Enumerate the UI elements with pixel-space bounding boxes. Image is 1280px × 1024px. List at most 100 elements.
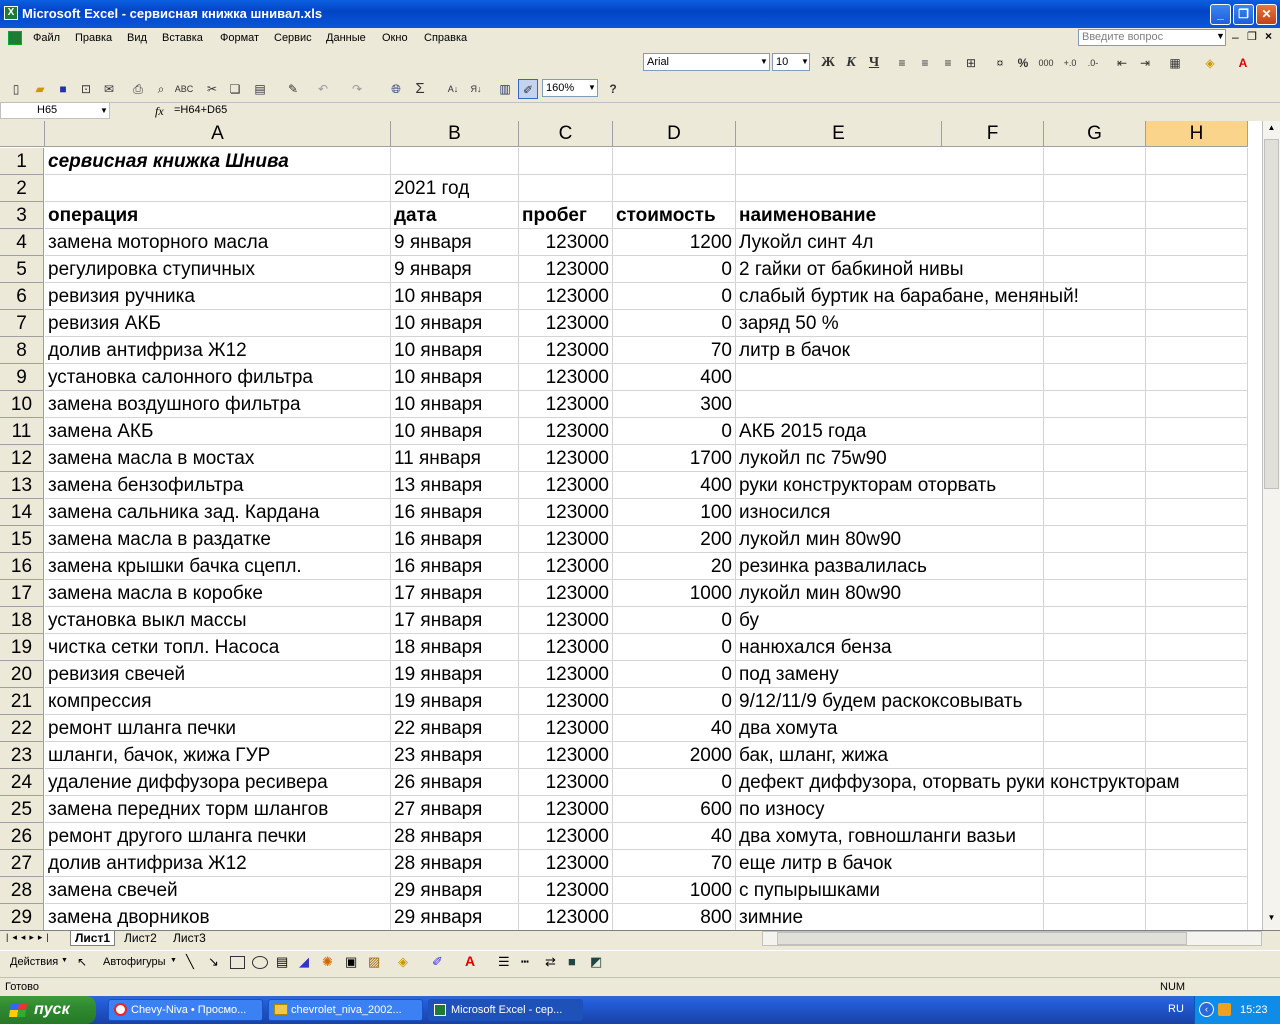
ask-dropdown-icon[interactable]: ▼	[1216, 31, 1225, 41]
cell-b8[interactable]: 10 января	[391, 337, 519, 364]
cell-a18[interactable]: установка выкл массы	[45, 607, 391, 634]
restore-button[interactable]: ❐	[1233, 4, 1254, 25]
cell-g13[interactable]	[1044, 472, 1146, 499]
cell-e26[interactable]: два хомута, говношланги вазьи	[736, 823, 1016, 850]
row-header[interactable]: 16	[0, 553, 44, 580]
row-header[interactable]: 3	[0, 202, 44, 229]
cell-e8[interactable]: литр в бачок	[736, 337, 942, 364]
cell-e5[interactable]: 2 гайки от бабкиной нивы	[736, 256, 964, 283]
row-header[interactable]: 2	[0, 175, 44, 202]
row-header[interactable]: 20	[0, 661, 44, 688]
cell-e21[interactable]: 9/12/11/9 будем раскоксовывать	[736, 688, 1022, 715]
cell-e15[interactable]: лукойл мин 80w90	[736, 526, 942, 553]
cell-c26[interactable]: 123000	[519, 823, 613, 850]
diagram-icon[interactable]: ✺	[322, 954, 333, 970]
row-header[interactable]: 9	[0, 364, 44, 391]
cell-d13[interactable]: 400	[613, 472, 736, 499]
cell-g15[interactable]	[1044, 526, 1146, 553]
cell-b10[interactable]: 10 января	[391, 391, 519, 418]
cell-f3[interactable]	[942, 202, 1044, 229]
row-header[interactable]: 14	[0, 499, 44, 526]
cell-c1[interactable]	[519, 148, 613, 175]
picture-icon[interactable]: ▨	[368, 954, 380, 970]
cell-c5[interactable]: 123000	[519, 256, 613, 283]
cell-e9[interactable]	[736, 364, 942, 391]
help-icon[interactable]: ?	[603, 79, 623, 99]
row-header[interactable]: 4	[0, 229, 44, 256]
cell-h10[interactable]	[1146, 391, 1248, 418]
cell-d12[interactable]: 1700	[613, 445, 736, 472]
cell-b14[interactable]: 16 января	[391, 499, 519, 526]
cell-b19[interactable]: 18 января	[391, 634, 519, 661]
row-header[interactable]: 11	[0, 418, 44, 445]
cell-a6[interactable]: ревизия ручника	[45, 283, 391, 310]
row-header[interactable]: 8	[0, 337, 44, 364]
cell-g8[interactable]	[1044, 337, 1146, 364]
cell-a19[interactable]: чистка сетки топл. Насоса	[45, 634, 391, 661]
cell-b1[interactable]	[391, 148, 519, 175]
cell-b15[interactable]: 16 января	[391, 526, 519, 553]
cell-a8[interactable]: долив антифриза Ж12	[45, 337, 391, 364]
cell-c28[interactable]: 123000	[519, 877, 613, 904]
decrease-decimal-icon[interactable]: .0-	[1083, 53, 1103, 73]
cell-f11[interactable]	[942, 418, 1044, 445]
new-icon[interactable]: ▯	[6, 79, 26, 99]
3d-style-icon[interactable]: ◩	[590, 954, 602, 970]
cell-a4[interactable]: замена моторного масла	[45, 229, 391, 256]
sort-descending-icon[interactable]: Я↓	[466, 79, 486, 99]
cell-e24[interactable]: дефект диффузора, оторвать руки конструк…	[736, 769, 1180, 796]
cell-e10[interactable]	[736, 391, 942, 418]
cell-h16[interactable]	[1146, 553, 1248, 580]
cell-b9[interactable]: 10 января	[391, 364, 519, 391]
cell-b7[interactable]: 10 января	[391, 310, 519, 337]
cell-e7[interactable]: заряд 50 %	[736, 310, 942, 337]
scroll-thumb[interactable]	[1264, 139, 1279, 489]
menu-view[interactable]: Вид	[127, 32, 147, 44]
cell-d3[interactable]: стоимость	[613, 202, 736, 229]
wordart-icon[interactable]: ◢	[299, 954, 309, 970]
cell-d10[interactable]: 300	[613, 391, 736, 418]
cell-h2[interactable]	[1146, 175, 1248, 202]
cell-d16[interactable]: 20	[613, 553, 736, 580]
cell-b29[interactable]: 29 января	[391, 904, 519, 930]
row-header[interactable]: 13	[0, 472, 44, 499]
font-color-icon[interactable]: A	[465, 953, 475, 969]
cell-d27[interactable]: 70	[613, 850, 736, 877]
language-indicator[interactable]: RU	[1168, 1003, 1184, 1015]
cell-d18[interactable]: 0	[613, 607, 736, 634]
cell-g20[interactable]	[1044, 661, 1146, 688]
cell-g5[interactable]	[1044, 256, 1146, 283]
cell-e29[interactable]: зимние	[736, 904, 942, 930]
close-button[interactable]: ✕	[1256, 4, 1277, 25]
cell-h23[interactable]	[1146, 742, 1248, 769]
rectangle-icon[interactable]	[230, 956, 245, 969]
cell-c21[interactable]: 123000	[519, 688, 613, 715]
row-header[interactable]: 26	[0, 823, 44, 850]
line-color-icon[interactable]: ✐	[432, 954, 443, 970]
cell-e13[interactable]: руки конструкторам оторвать	[736, 472, 996, 499]
sort-ascending-icon[interactable]: A↓	[443, 79, 463, 99]
cell-d21[interactable]: 0	[613, 688, 736, 715]
column-header-h[interactable]: H	[1146, 121, 1248, 147]
cell-g3[interactable]	[1044, 202, 1146, 229]
fill-color-icon[interactable]: ◈	[1200, 53, 1220, 73]
cell-f8[interactable]	[942, 337, 1044, 364]
insert-function-icon[interactable]: fx	[155, 104, 164, 119]
cell-b20[interactable]: 19 января	[391, 661, 519, 688]
cell-b21[interactable]: 19 января	[391, 688, 519, 715]
cell-b18[interactable]: 17 января	[391, 607, 519, 634]
cell-f29[interactable]	[942, 904, 1044, 930]
cell-d9[interactable]: 400	[613, 364, 736, 391]
chevron-down-icon[interactable]: ▼	[801, 57, 809, 66]
cell-c16[interactable]: 123000	[519, 553, 613, 580]
cell-d8[interactable]: 70	[613, 337, 736, 364]
scroll-up-icon[interactable]: ▲	[1264, 123, 1279, 138]
cell-b22[interactable]: 22 января	[391, 715, 519, 742]
sheet-tab-1[interactable]: Лист1	[70, 931, 116, 946]
cell-a10[interactable]: замена воздушного фильтра	[45, 391, 391, 418]
print-preview-icon[interactable]: ⌕	[151, 79, 171, 99]
cell-a29[interactable]: замена дворников	[45, 904, 391, 930]
cell-e23[interactable]: бак, шланг, жижа	[736, 742, 942, 769]
cell-a3[interactable]: операция	[45, 202, 391, 229]
menu-data[interactable]: Данные	[326, 32, 366, 44]
